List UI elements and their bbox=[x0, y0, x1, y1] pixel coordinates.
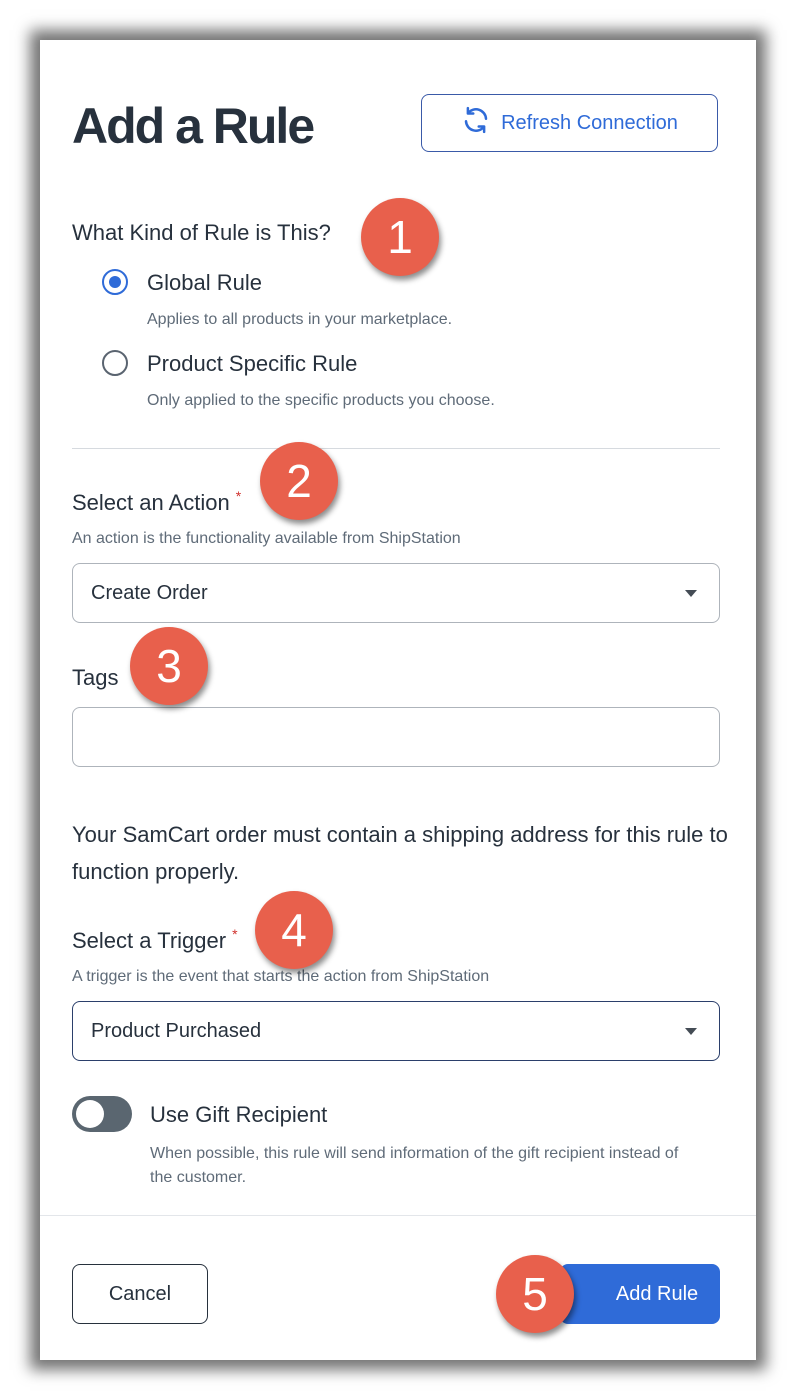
trigger-select-value: Product Purchased bbox=[91, 1019, 262, 1042]
step-badge-2: 2 bbox=[260, 442, 338, 520]
page-title: Add a Rule bbox=[72, 98, 315, 154]
step-badge-4: 4 bbox=[255, 891, 333, 969]
add-rule-modal: Add a Rule Refresh Connection What Kind … bbox=[40, 40, 756, 1360]
refresh-connection-button[interactable]: Refresh Connection bbox=[421, 94, 718, 152]
refresh-connection-label: Refresh Connection bbox=[501, 111, 678, 134]
required-marker: * bbox=[235, 488, 242, 504]
required-marker: * bbox=[232, 926, 238, 942]
footer-divider bbox=[40, 1215, 756, 1216]
action-select[interactable]: Create Order bbox=[72, 563, 720, 623]
gift-recipient-label[interactable]: Use Gift Recipient bbox=[150, 1102, 327, 1128]
global-rule-description: Applies to all products in your marketpl… bbox=[147, 311, 453, 328]
product-specific-rule-description: Only applied to the specific products yo… bbox=[147, 392, 495, 409]
toggle-knob bbox=[76, 1100, 104, 1128]
tags-label: Tags bbox=[72, 665, 119, 690]
trigger-label: Select a Trigger * bbox=[72, 926, 238, 954]
chevron-down-icon bbox=[685, 1028, 697, 1035]
refresh-icon bbox=[461, 105, 491, 141]
gift-recipient-description: When possible, this rule will send infor… bbox=[150, 1145, 679, 1186]
step-badge-5: 5 bbox=[496, 1255, 574, 1333]
shipping-address-notice: Your SamCart order must contain a shippi… bbox=[72, 822, 728, 884]
step-badge-1: 1 bbox=[361, 198, 439, 276]
trigger-label-text: Select a Trigger bbox=[72, 928, 227, 953]
global-rule-radio[interactable] bbox=[102, 269, 128, 295]
section-divider bbox=[72, 448, 720, 449]
action-label-text: Select an Action bbox=[72, 490, 230, 515]
cancel-button[interactable]: Cancel bbox=[72, 1264, 208, 1324]
trigger-select[interactable]: Product Purchased bbox=[72, 1001, 720, 1061]
tags-input[interactable] bbox=[72, 707, 720, 767]
action-help: An action is the functionality available… bbox=[72, 530, 461, 547]
action-label: Select an Action * bbox=[72, 488, 242, 516]
trigger-help: A trigger is the event that starts the a… bbox=[72, 968, 490, 985]
global-rule-label[interactable]: Global Rule bbox=[147, 270, 262, 296]
gift-recipient-toggle[interactable] bbox=[72, 1096, 132, 1132]
action-select-value: Create Order bbox=[91, 581, 208, 604]
chevron-down-icon bbox=[685, 590, 697, 597]
add-rule-button[interactable]: Add Rule bbox=[560, 1264, 720, 1324]
rule-type-question: What Kind of Rule is This? bbox=[72, 220, 331, 245]
step-badge-3: 3 bbox=[130, 627, 208, 705]
product-specific-rule-radio[interactable] bbox=[102, 350, 128, 376]
product-specific-rule-label[interactable]: Product Specific Rule bbox=[147, 351, 357, 377]
